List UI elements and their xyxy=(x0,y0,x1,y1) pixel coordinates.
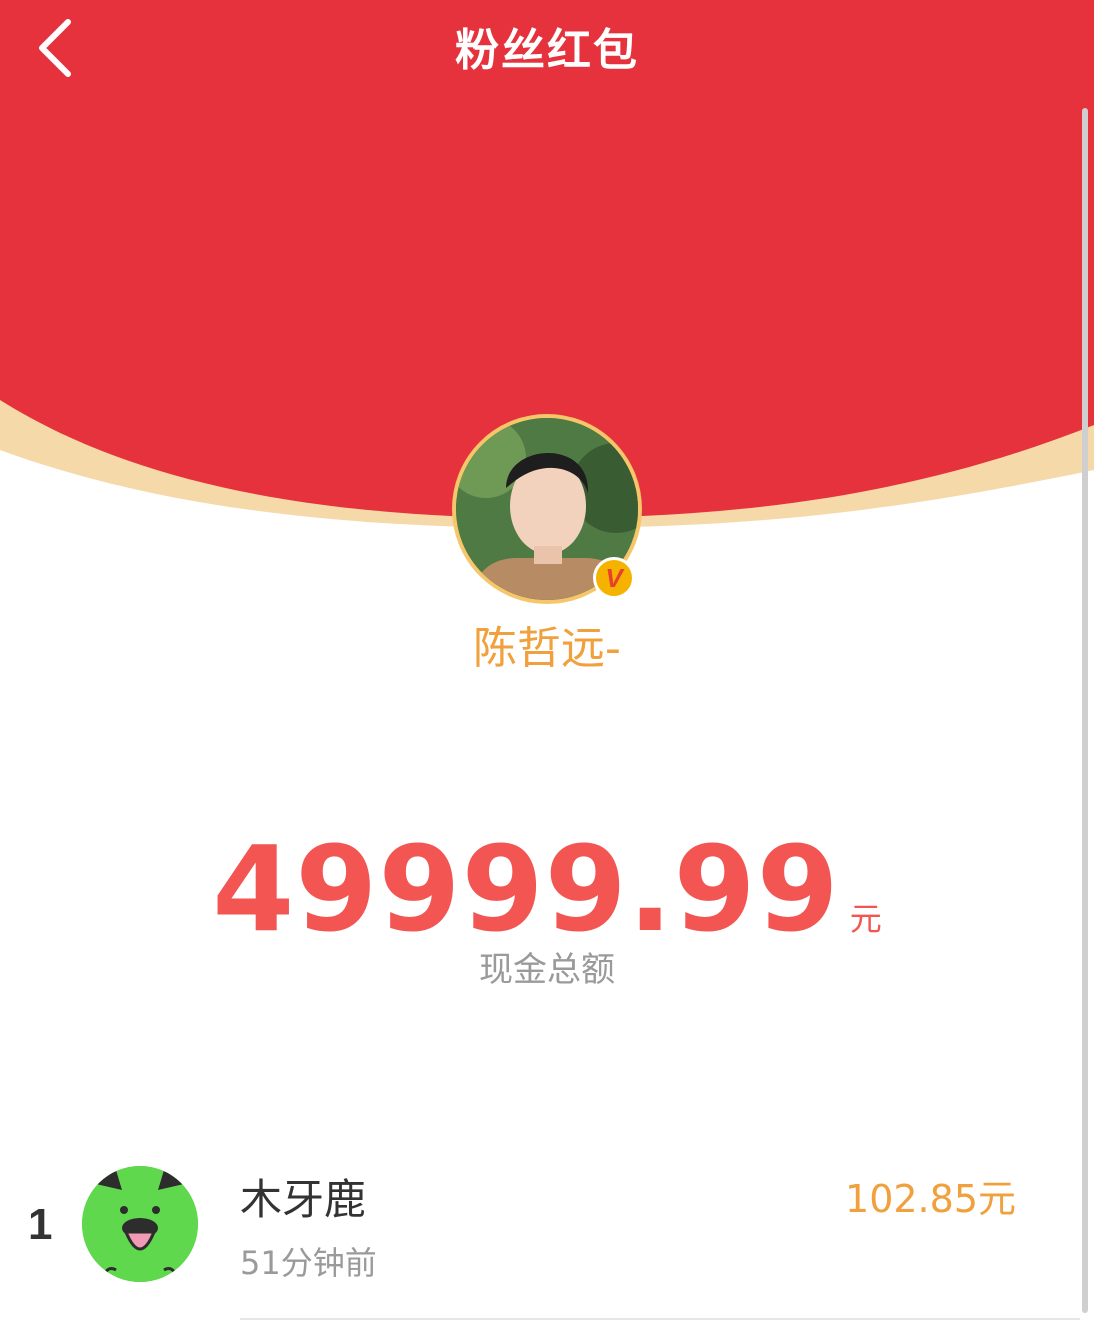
total-amount: 49999.99 xyxy=(212,820,840,958)
recipient-amount: 102.85元 xyxy=(845,1177,1016,1221)
list-item[interactable]: 1 木牙鹿 51分钟前 102.85元 xyxy=(0,1150,1094,1322)
host-name[interactable]: 陈哲远- xyxy=(0,612,1094,676)
scrollbar[interactable] xyxy=(1082,108,1088,1313)
top-nav-bar: 粉丝红包 xyxy=(0,0,1094,96)
divider xyxy=(240,1318,1080,1320)
currency-unit: 元 xyxy=(849,900,882,938)
host-avatar-wrapper[interactable]: V xyxy=(452,414,642,604)
recipient-list: 1 木牙鹿 51分钟前 102.85元 xyxy=(0,1150,1094,1322)
red-packet-page: 粉丝红包 V 陈哲远- 49999.99 元 现金总额 1 木牙鹿 51分钟前 … xyxy=(0,0,1094,1322)
total-amount-row: 49999.99 元 xyxy=(0,820,1094,958)
avatar[interactable] xyxy=(82,1166,198,1282)
page-title: 粉丝红包 xyxy=(455,25,639,76)
rank-number: 1 xyxy=(28,1200,53,1249)
recipient-name: 木牙鹿 xyxy=(240,1175,367,1224)
green-cartoon-avatar-image xyxy=(82,1166,198,1282)
recipient-time: 51分钟前 xyxy=(240,1244,377,1282)
total-amount-label: 现金总额 xyxy=(479,950,615,990)
v-verified-icon: V xyxy=(593,557,635,599)
